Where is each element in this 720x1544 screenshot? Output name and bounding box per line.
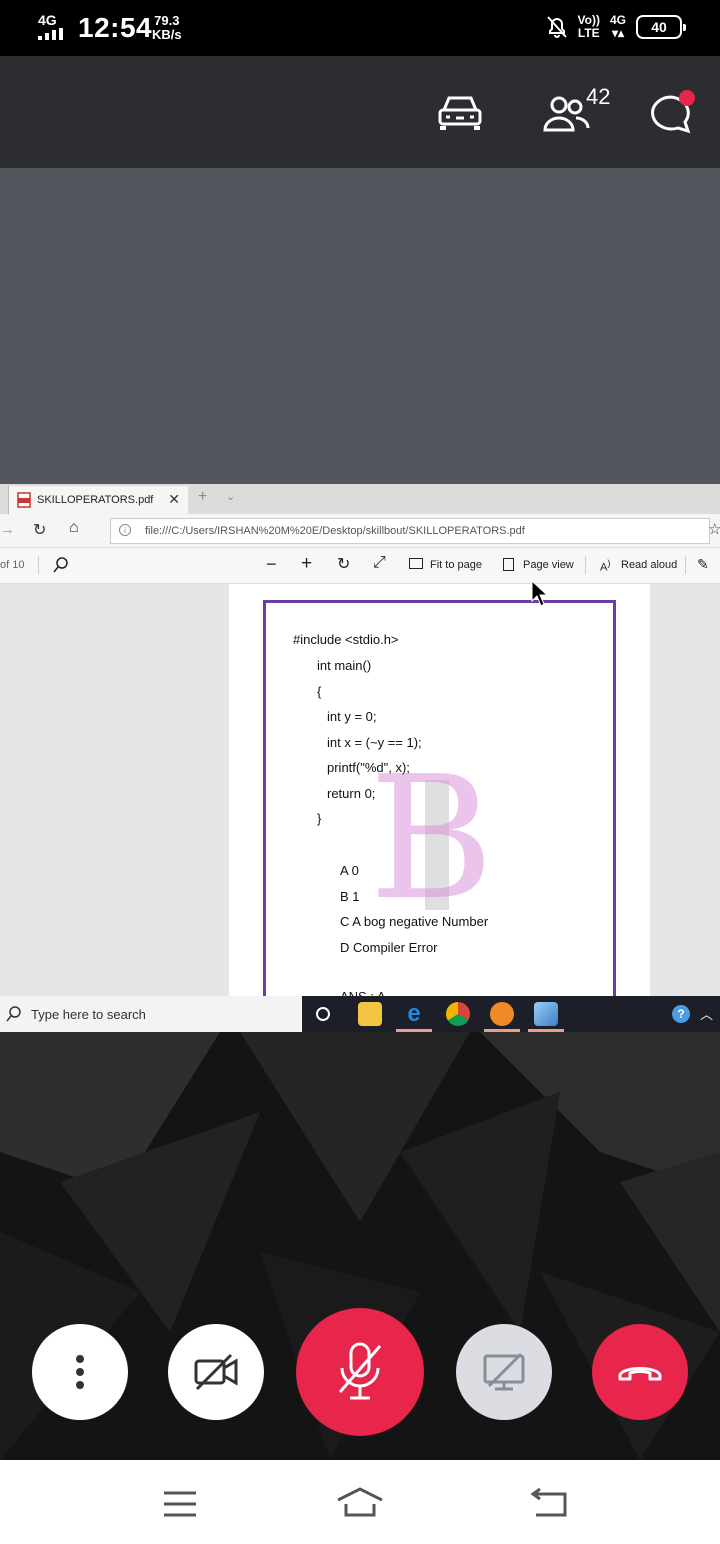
network-type-right: 4G ▾▴ <box>609 13 626 40</box>
edge-browser-icon[interactable]: e <box>402 1002 426 1026</box>
read-aloud-button[interactable]: Read aloud <box>621 559 677 571</box>
zoom-in-icon[interactable]: + <box>301 553 312 575</box>
app-icon-2[interactable] <box>534 1002 558 1026</box>
volte-indicator: Vo)) LTE <box>577 13 600 40</box>
fullscreen-icon[interactable]: ⤢ <box>373 554 386 572</box>
browser-tab-bar: SKILLOPERATORS.pdf ✕ + ⌄ <box>0 484 720 514</box>
refresh-icon[interactable]: ↻ <box>33 520 46 540</box>
tray-chevron-icon[interactable]: ︿ <box>700 1004 713 1023</box>
video-area <box>0 168 720 484</box>
status-icons: Vo)) LTE 4G ▾▴ 40 <box>546 13 686 40</box>
camera-off-icon <box>194 1353 238 1391</box>
code-line: int y = 0; <box>327 709 377 724</box>
file-explorer-icon[interactable] <box>358 1002 382 1026</box>
participants-icon[interactable] <box>542 94 590 134</box>
fit-page-icon[interactable] <box>409 558 423 569</box>
search-icon[interactable] <box>53 557 69 573</box>
code-line: return 0; <box>327 786 376 801</box>
shared-screen: SKILLOPERATORS.pdf ✕ + ⌄ → ↻ ⌂ i file://… <box>0 484 720 1032</box>
pdf-viewer: B #include <stdio.h> int main() { int y … <box>0 580 720 1020</box>
taskbar-search-placeholder: Type here to search <box>31 1007 146 1022</box>
answer-option: A 0 <box>340 863 359 878</box>
self-video-area <box>0 1032 720 1460</box>
meeting-screen: 4G 12:54 79.3 KB/s Vo)) LTE 4G ▾▴ 40 42 … <box>0 0 720 1544</box>
favorite-star-icon[interactable]: ☆ <box>708 520 720 538</box>
hang-up-icon <box>618 1367 662 1381</box>
info-icon[interactable]: i <box>119 524 131 536</box>
android-navigation-bar <box>0 1460 720 1544</box>
taskbar-search[interactable]: Type here to search <box>0 996 302 1032</box>
car-mode-icon[interactable] <box>436 92 484 132</box>
answer-option: D Compiler Error <box>340 940 438 955</box>
task-view-icon[interactable] <box>316 1007 330 1021</box>
home-icon[interactable]: ⌂ <box>69 519 79 537</box>
forward-icon[interactable]: → <box>0 521 15 538</box>
screen-share-off-icon <box>483 1352 525 1391</box>
code-line: } <box>317 811 322 826</box>
code-line: int x = (~y == 1); <box>327 735 422 750</box>
speed-value: 79.3 <box>154 13 180 28</box>
toolbar-divider <box>685 556 686 574</box>
speed-unit: KB/s <box>152 27 182 42</box>
chrome-icon[interactable] <box>446 1002 470 1026</box>
home-icon[interactable] <box>336 1486 384 1518</box>
call-header <box>0 56 720 168</box>
page-view-button[interactable]: Page view <box>523 559 574 571</box>
address-row: → ↻ ⌂ i file:///C:/Users/IRSHAN%20M%20E/… <box>0 514 720 548</box>
tab-list-chevron-icon[interactable]: ⌄ <box>226 490 235 503</box>
pdf-icon <box>17 492 31 508</box>
tab-close-button[interactable]: ✕ <box>168 491 180 508</box>
app-icon[interactable] <box>490 1002 514 1026</box>
page-count: of 10 <box>0 559 25 571</box>
camera-toggle-button[interactable] <box>168 1324 264 1420</box>
recent-apps-icon[interactable] <box>162 1490 198 1518</box>
pdf-toolbar: of 10 − + ↻ ⤢ Fit to page Page view A) R… <box>0 548 720 584</box>
tab-title: SKILLOPERATORS.pdf <box>37 494 154 506</box>
code-line: #include <stdio.h> <box>293 632 399 647</box>
read-aloud-icon[interactable]: A) <box>600 558 610 574</box>
pdf-page: B #include <stdio.h> int main() { int y … <box>229 584 650 1020</box>
rotate-icon[interactable]: ↻ <box>337 554 350 574</box>
network-type: 4G <box>38 12 57 28</box>
more-options-button[interactable] <box>32 1324 128 1420</box>
code-line: { <box>317 684 322 699</box>
microphone-muted-icon <box>338 1342 382 1400</box>
address-bar[interactable]: i file:///C:/Users/IRSHAN%20M%20E/Deskto… <box>110 518 710 544</box>
toolbar-divider <box>585 556 586 574</box>
mouse-cursor-icon <box>531 580 549 607</box>
draw-icon[interactable]: ✎ <box>697 556 709 573</box>
participants-count: 42 <box>586 84 611 109</box>
status-bar: 4G 12:54 79.3 KB/s Vo)) LTE 4G ▾▴ 40 <box>0 0 720 56</box>
answer-option: B 1 <box>340 889 360 904</box>
content-frame <box>263 600 616 1020</box>
search-icon <box>6 1006 21 1022</box>
zoom-out-icon[interactable]: − <box>266 554 277 575</box>
silent-bell-icon <box>546 16 567 38</box>
battery-icon: 40 <box>636 15 686 39</box>
battery-level: 40 <box>651 19 667 35</box>
browser-tab[interactable]: SKILLOPERATORS.pdf ✕ <box>8 486 188 514</box>
back-icon[interactable] <box>530 1488 568 1518</box>
code-line: printf("%d", x); <box>327 760 410 775</box>
clock: 12:54 <box>78 12 153 43</box>
fit-to-page-button[interactable]: Fit to page <box>430 559 482 571</box>
help-icon[interactable]: ? <box>672 1005 690 1023</box>
new-tab-button[interactable]: + <box>198 488 207 506</box>
address-url: file:///C:/Users/IRSHAN%20M%20E/Desktop/… <box>145 525 525 537</box>
microphone-toggle-button[interactable] <box>296 1308 424 1436</box>
toolbar-divider <box>38 556 39 574</box>
windows-taskbar: Type here to search e ? ︿ <box>0 996 720 1032</box>
answer-option: C A bog negative Number <box>340 914 489 929</box>
unread-badge <box>679 90 695 106</box>
page-view-icon[interactable] <box>503 558 514 571</box>
code-line: int main() <box>317 658 372 673</box>
screen-share-button[interactable] <box>456 1324 552 1420</box>
more-vertical-icon <box>76 1355 84 1389</box>
end-call-button[interactable] <box>592 1324 688 1420</box>
network-speed: 79.3 KB/s <box>152 14 182 42</box>
signal-strength-icon <box>38 28 63 40</box>
